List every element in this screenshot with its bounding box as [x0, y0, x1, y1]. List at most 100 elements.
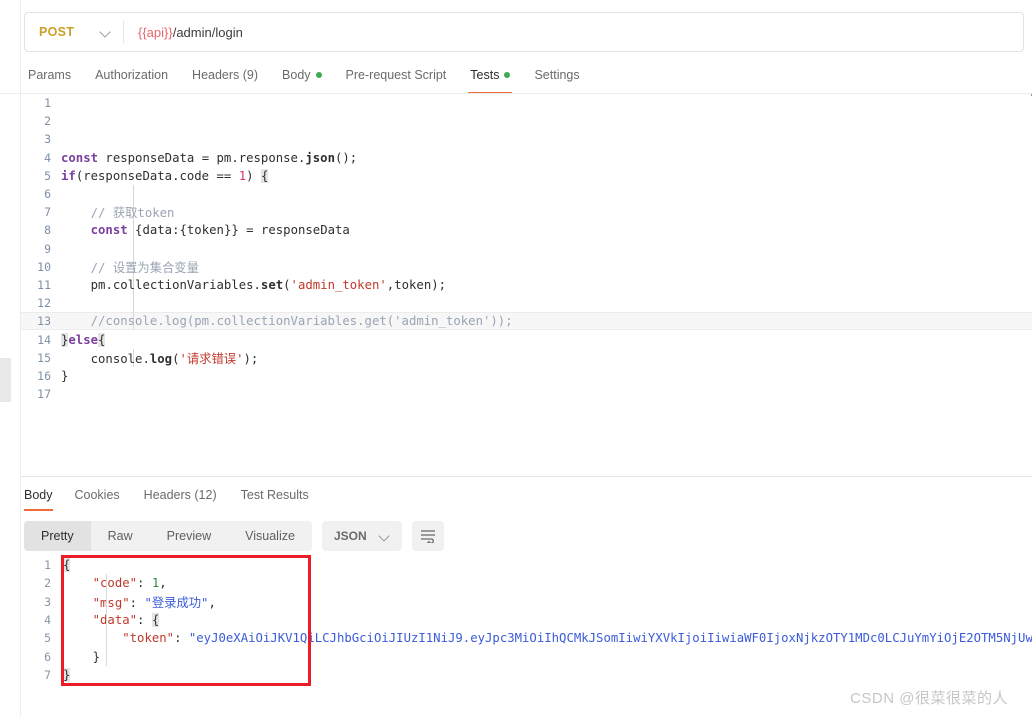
sidebar-resize-handle[interactable]: [0, 358, 11, 402]
json-line: 1 {: [21, 556, 1032, 574]
tests-script-editor[interactable]: 1 2 3 4 const responseData = pm.response…: [21, 94, 1032, 466]
json-line-number: 3: [44, 594, 51, 609]
json-line-number: 4: [44, 613, 51, 628]
code-line: 15 console.log('请求错误');: [21, 348, 1032, 367]
response-tab-test-results[interactable]: Test Results: [229, 484, 321, 506]
json-line-text: {: [63, 558, 71, 573]
chevron-down-icon: [379, 531, 390, 542]
json-line: 4 "data": {: [21, 610, 1032, 630]
line-number: 14: [37, 332, 51, 347]
code-line: 5 if(responseData.code == 1) {: [21, 167, 1032, 185]
line-number: 8: [44, 223, 51, 238]
view-visualize-button[interactable]: Visualize: [228, 521, 312, 551]
code-line: 2: [21, 112, 1032, 130]
tab-body[interactable]: Body: [270, 62, 334, 88]
code-line: 8 const {data:{token}} = responseData: [21, 221, 1032, 240]
code-line-text: // 设置为集合变量: [61, 260, 199, 275]
code-line-text: pm.collectionVariables.set('admin_token'…: [90, 277, 447, 292]
code-line: 1: [21, 94, 1032, 112]
json-key-msg: "msg": [92, 595, 130, 610]
line-number: 2: [44, 114, 51, 129]
url-input[interactable]: {{api}}/admin/login: [124, 13, 1023, 51]
tab-authorization[interactable]: Authorization: [83, 62, 180, 88]
tab-authorization-label: Authorization: [95, 68, 169, 82]
http-method-select[interactable]: POST: [25, 13, 123, 51]
json-key-token: "token": [122, 631, 175, 646]
response-tab-headers-label: Headers (12): [143, 488, 217, 502]
code-line: 10 // 设置为集合变量: [21, 257, 1032, 276]
line-number: 12: [37, 296, 51, 311]
http-method-label: POST: [39, 25, 75, 39]
tab-pre-request-script[interactable]: Pre-request Script: [334, 62, 459, 88]
json-line-number: 2: [44, 576, 51, 591]
tab-params[interactable]: Params: [24, 62, 83, 88]
line-number: 13: [37, 314, 51, 329]
indent-guide: [133, 184, 134, 204]
code-line-text: }else{: [61, 332, 106, 347]
indent-guide: [133, 239, 134, 258]
json-indent-guide: [106, 610, 107, 630]
tab-headers[interactable]: Headers (9): [180, 62, 270, 88]
view-pretty-button[interactable]: Pretty: [24, 521, 91, 551]
chevron-down-icon: [100, 27, 111, 38]
code-line-text: const {data:{token}} = responseData: [90, 223, 350, 238]
request-url-bar: POST {{api}}/admin/login: [24, 12, 1024, 52]
tab-settings[interactable]: Settings: [522, 62, 591, 88]
response-tab-body-label: Body: [24, 488, 53, 502]
line-number: 9: [44, 241, 51, 256]
view-raw-label: Raw: [107, 529, 133, 543]
response-format-label: JSON: [333, 529, 367, 543]
response-tab-cookies[interactable]: Cookies: [63, 484, 132, 506]
code-line-text: // 获取token: [61, 206, 175, 221]
line-number: 11: [37, 277, 51, 292]
view-preview-button[interactable]: Preview: [150, 521, 228, 551]
response-body-json[interactable]: 1 { 2 "code": 1, 3 "msg": "登录成功", 4 "dat…: [21, 556, 1032, 690]
json-key-code: "code": [92, 576, 138, 591]
line-number: 3: [44, 132, 51, 147]
code-line-text: //console.log(pm.collectionVariables.get…: [61, 314, 513, 329]
view-raw-button[interactable]: Raw: [91, 521, 150, 551]
json-value-token: "eyJ0eXAiOiJKV1QiLCJhbGciOiJIUzI1NiJ9.ey…: [188, 631, 1032, 646]
json-line: 7 }: [21, 666, 1032, 684]
json-line-text: "token": "eyJ0eXAiOiJKV1QiLCJhbGciOiJIUz…: [63, 631, 1032, 645]
response-tabs: Body Cookies Headers (12) Test Results: [24, 484, 321, 511]
tab-tests[interactable]: Tests: [458, 62, 522, 94]
json-line-text: }: [63, 667, 71, 682]
json-line-text: "data": {: [92, 613, 160, 628]
tests-status-dot-icon: [504, 72, 511, 78]
tab-tests-label: Tests: [470, 68, 500, 82]
code-line-text: console.log('请求错误');: [90, 351, 259, 366]
line-number: 4: [44, 150, 51, 165]
json-line: 6 }: [21, 647, 1032, 666]
json-line-number: 5: [44, 631, 51, 646]
request-tabs: Params Authorization Headers (9) Body Pr…: [24, 62, 1032, 94]
body-status-dot-icon: [315, 72, 322, 78]
json-data-close-brace: }: [92, 649, 101, 664]
left-rail: [0, 0, 12, 716]
json-line-text: "code": 1,: [92, 576, 167, 591]
code-line: 12: [21, 294, 1032, 313]
json-data-open-brace: {: [151, 613, 160, 628]
view-visualize-label: Visualize: [245, 529, 295, 543]
watermark: CSDN @很菜很菜的人: [850, 690, 1008, 707]
wrap-lines-button[interactable]: [411, 521, 444, 551]
view-preview-label: Preview: [166, 529, 212, 543]
json-indent-guide: [106, 629, 107, 648]
response-pane-divider[interactable]: [21, 476, 1032, 477]
response-tab-headers[interactable]: Headers (12): [132, 484, 229, 506]
json-line-number: 1: [44, 558, 51, 573]
view-pretty-label: Pretty: [41, 529, 74, 543]
json-indent-guide: [106, 574, 107, 593]
response-format-select[interactable]: JSON: [321, 521, 402, 551]
indent-guide: [133, 294, 134, 313]
code-line-text: if(responseData.code == 1) {: [61, 168, 269, 183]
code-line: 11 pm.collectionVariables.set('admin_tok…: [21, 275, 1032, 295]
tab-body-label: Body: [282, 68, 311, 82]
code-line: 14 }else{: [21, 330, 1032, 348]
response-tab-body[interactable]: Body: [24, 484, 63, 511]
url-variable: {{api}}: [138, 24, 173, 40]
tab-settings-label: Settings: [534, 68, 580, 82]
json-line: 3 "msg": "登录成功",: [21, 592, 1032, 611]
code-line: 13 //console.log(pm.collectionVariables.…: [21, 312, 1032, 331]
json-line-number: 7: [44, 667, 51, 682]
